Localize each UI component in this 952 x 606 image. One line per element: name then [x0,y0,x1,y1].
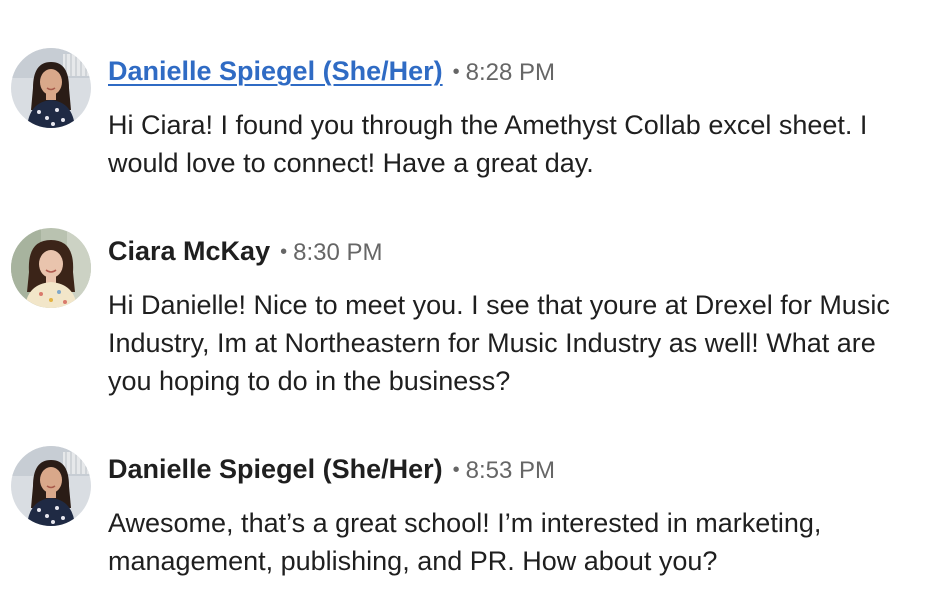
timestamp: 8:28 PM [465,59,556,86]
ciara-avatar-image [11,228,91,308]
message-header: Danielle Spiegel (She/Her) • 8:28 PM [108,56,555,96]
sender-name-link[interactable]: Danielle Spiegel (She/Her) [108,56,443,87]
message-line: Hi Danielle! Nice to meet you. I see tha… [108,290,890,320]
message-line: would love to connect! Have a great day. [108,148,594,178]
danielle-avatar-image [11,446,91,526]
sender-name[interactable]: Danielle Spiegel (She/Her) [108,454,443,485]
sender-name[interactable]: Ciara McKay [108,236,270,267]
timestamp: 8:30 PM [293,239,383,266]
message-line: Awesome, that’s a great school! I’m inte… [108,508,822,538]
message-line: Industry, Im at Northeastern for Music I… [108,328,876,358]
separator-dot: • [280,241,288,263]
timestamp: 8:53 PM [465,457,556,484]
message-body: Awesome, that’s a great school! I’m inte… [108,504,948,580]
message-thread: Danielle Spiegel (She/Her) • 8:28 PM Hi … [0,0,952,606]
message-header: Danielle Spiegel (She/Her) • 8:53 PM [108,454,555,494]
message-line: management, publishing, and PR. How abou… [108,546,718,576]
separator-dot: • [452,61,460,83]
message-line: Hi Ciara! I found you through the Amethy… [108,110,868,140]
message-line: you hoping to do in the business? [108,366,511,396]
message-header: Ciara McKay • 8:30 PM [108,236,383,276]
separator-dot: • [452,459,460,481]
avatar[interactable] [11,228,91,308]
danielle-avatar-image [11,48,91,128]
message-body: Hi Danielle! Nice to meet you. I see tha… [108,286,948,400]
avatar[interactable] [11,446,91,526]
avatar[interactable] [11,48,91,128]
message-body: Hi Ciara! I found you through the Amethy… [108,106,948,182]
